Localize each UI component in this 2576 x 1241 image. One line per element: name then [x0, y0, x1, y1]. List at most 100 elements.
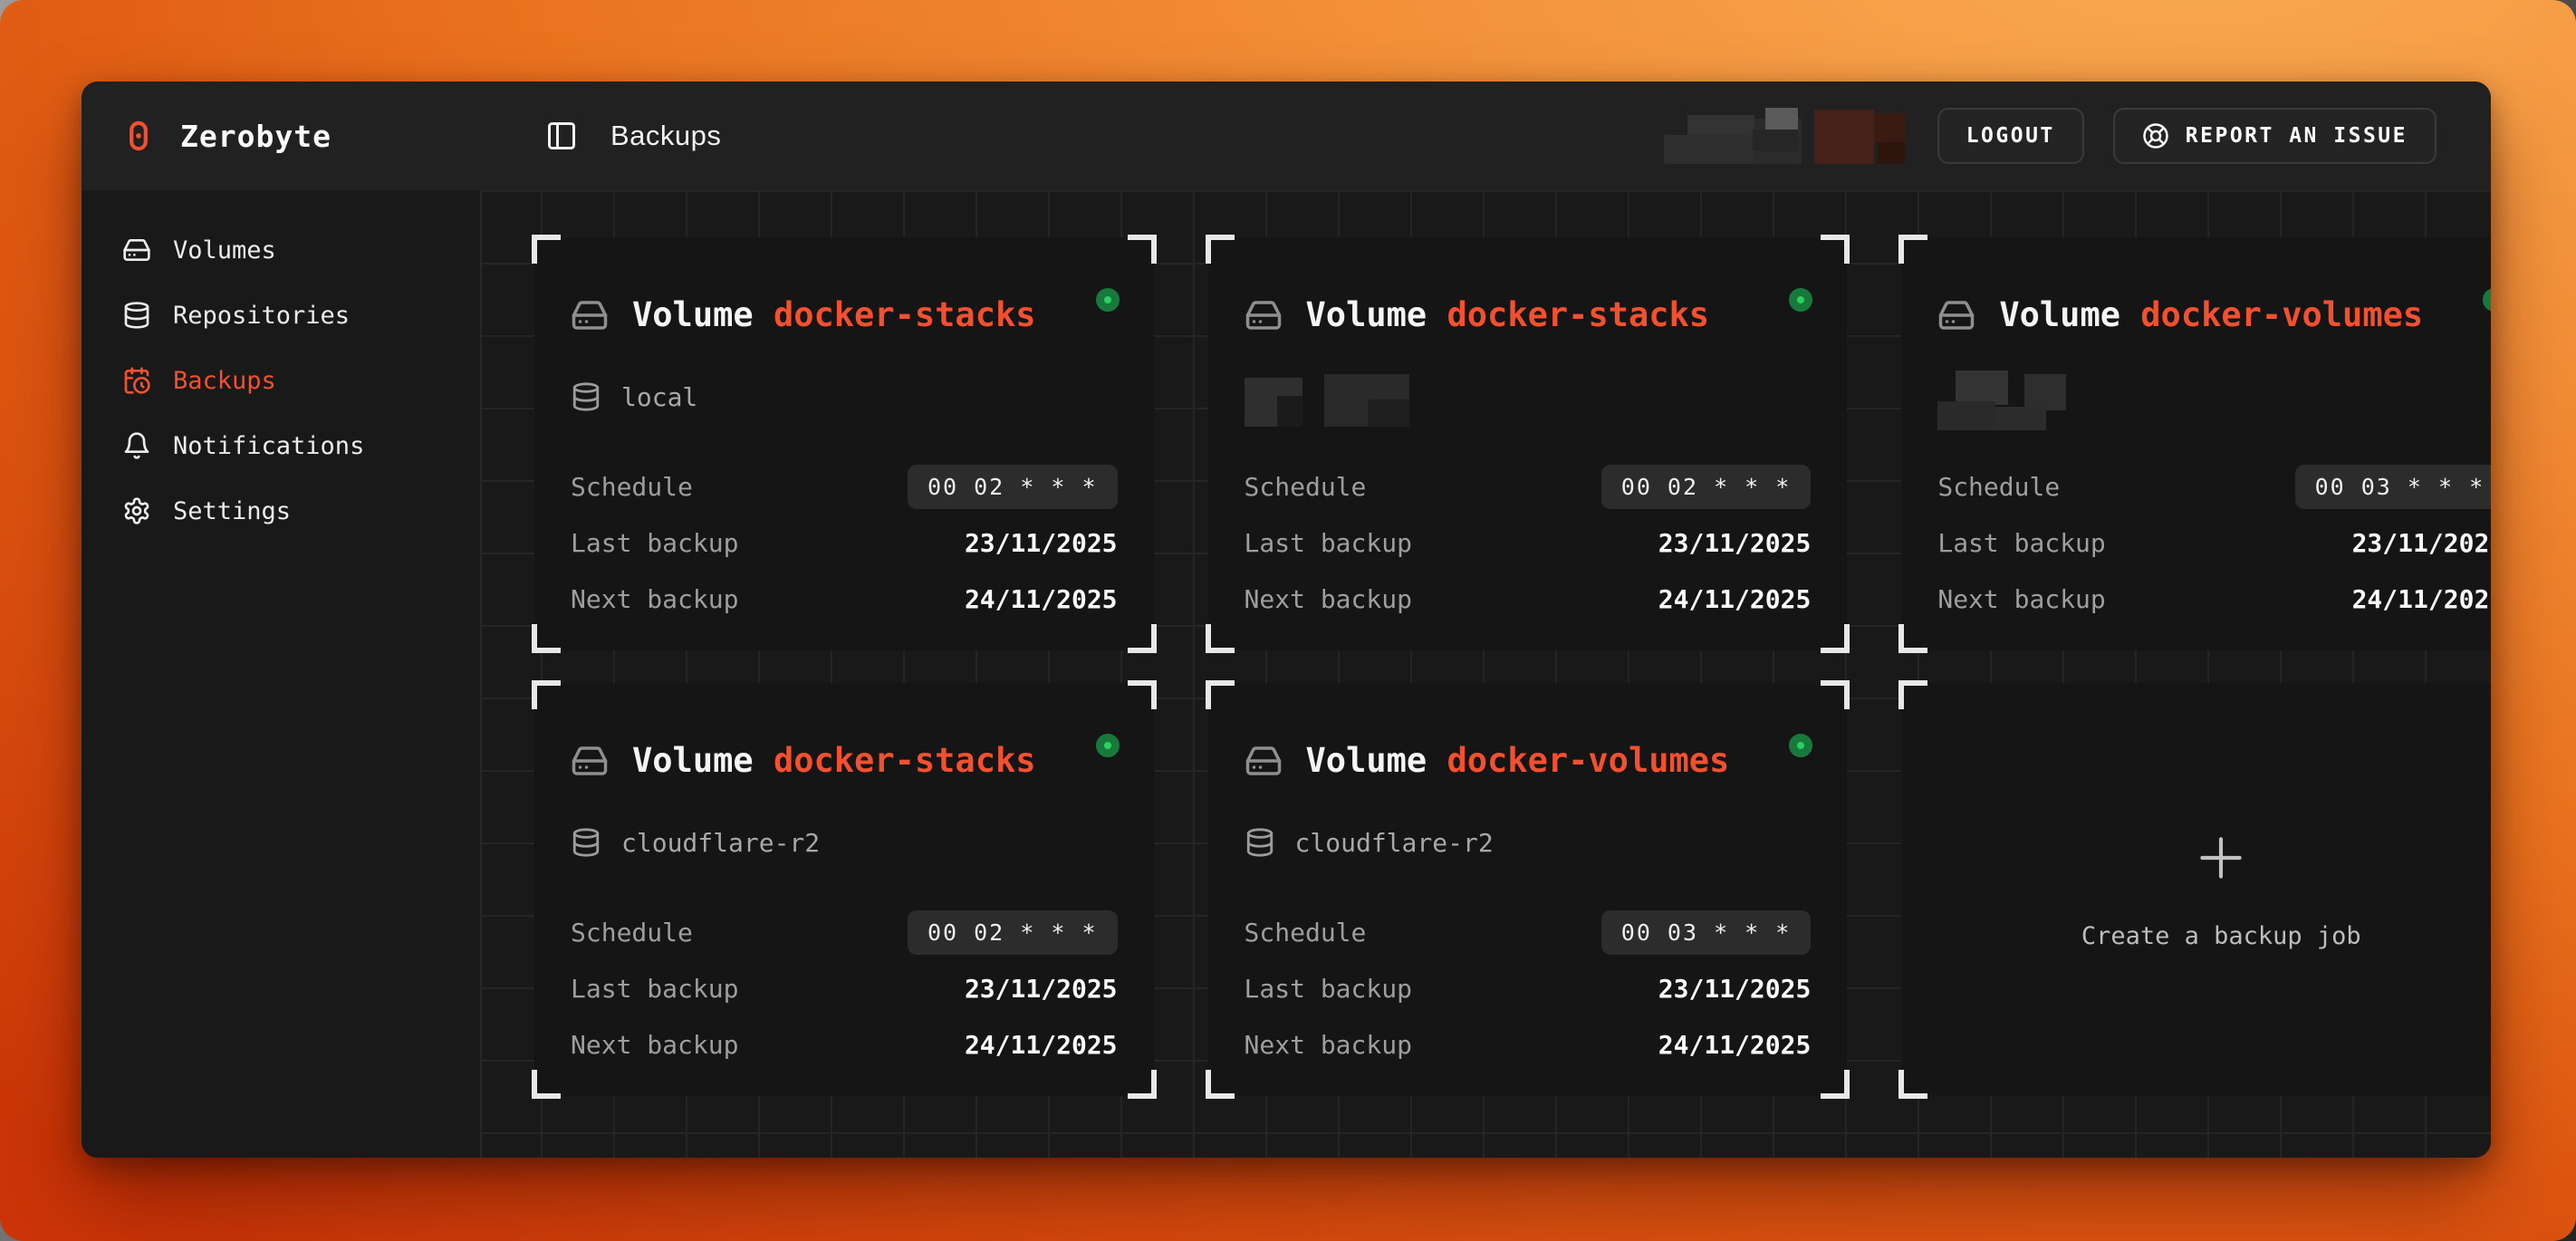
sidebar-item-repositories[interactable]: Repositories	[82, 283, 480, 348]
hard-drive-icon	[571, 296, 609, 334]
corner-bracket	[1128, 1070, 1157, 1099]
next-backup-label: Next backup	[571, 584, 738, 614]
calendar-clock-icon	[122, 366, 151, 395]
schedule-badge: 00 02 * * *	[908, 465, 1118, 509]
card-header: Volume docker-stacks	[1245, 295, 1812, 334]
schedule-label: Schedule	[1937, 472, 2060, 502]
last-backup-label: Last backup	[571, 974, 738, 1004]
hard-drive-icon	[1245, 296, 1283, 334]
page-title: Backups	[610, 120, 721, 152]
database-icon	[122, 301, 151, 330]
repository-name: cloudflare-r2	[621, 828, 820, 858]
next-backup-value: 24/11/2025	[2352, 584, 2491, 614]
repository-row: local	[571, 381, 1118, 412]
sidebar-item-notifications[interactable]: Notifications	[82, 413, 480, 478]
hard-drive-icon	[122, 236, 151, 265]
redacted-repository	[1245, 370, 1417, 430]
app-window: Zerobyte Backups LOGOUT	[82, 82, 2491, 1158]
logout-button[interactable]: LOGOUT	[1937, 108, 2084, 164]
sidebar-item-volumes[interactable]: Volumes	[82, 217, 480, 283]
card-header: Volume docker-volumes	[1245, 741, 1812, 780]
sidebar-item-settings[interactable]: Settings	[82, 478, 480, 544]
corner-bracket	[1206, 1070, 1235, 1099]
backup-job-card[interactable]: Volume docker-stacks local Schedule 00 02…	[534, 237, 1154, 650]
sidebar-item-label: Settings	[173, 497, 291, 525]
corner-bracket	[1821, 235, 1850, 264]
schedule-badge: 00 03 * * *	[2295, 465, 2491, 509]
database-icon	[571, 827, 601, 858]
card-title: Volume docker-volumes	[1999, 295, 2423, 334]
sidebar-item-label: Backups	[173, 367, 276, 395]
sidebar: Volumes Repositories Backups Notificatio…	[82, 190, 482, 1158]
status-dot	[1096, 734, 1120, 757]
backup-job-card[interactable]: Volume docker-volumes Schedule 00 03 * * …	[1901, 237, 2491, 650]
page-header: Backups	[482, 120, 1653, 152]
corner-bracket	[1898, 235, 1927, 264]
report-issue-button[interactable]: REPORT AN ISSUE	[2113, 108, 2437, 164]
backup-job-card[interactable]: Volume docker-stacks cloudflare-r2 Sched…	[534, 683, 1154, 1096]
corner-bracket	[532, 1070, 561, 1099]
backup-cards: Volume docker-stacks local Schedule00 02…	[534, 237, 2491, 1096]
card-title: Volume docker-volumes	[1306, 741, 1730, 780]
zerobyte-logo-icon	[122, 111, 155, 160]
corner-bracket	[1898, 1070, 1927, 1099]
next-backup-label: Next backup	[1937, 584, 2105, 614]
next-backup-value: 24/11/2025	[965, 584, 1118, 614]
schedule-badge: 00 03 * * *	[1601, 910, 1812, 955]
corner-bracket	[1206, 680, 1235, 709]
volume-name: docker-volumes	[2140, 295, 2423, 334]
database-icon	[1245, 827, 1275, 858]
schedule-label: Schedule	[571, 472, 693, 502]
volume-label: Volume	[632, 295, 754, 334]
next-backup-label: Next backup	[1245, 1030, 1412, 1060]
bell-icon	[122, 431, 151, 460]
hard-drive-icon	[1245, 742, 1283, 780]
corner-bracket	[532, 624, 561, 653]
backup-job-card[interactable]: Volume docker-volumes cloudflare-r2 Sche…	[1208, 683, 1848, 1096]
last-backup-label: Last backup	[1937, 528, 2105, 558]
gear-icon	[122, 496, 151, 525]
lifebuoy-icon	[2142, 122, 2169, 149]
last-backup-value: 23/11/2025	[965, 974, 1118, 1004]
schedule-label: Schedule	[1245, 472, 1367, 502]
schedule-badge: 00 02 * * *	[1601, 465, 1812, 509]
volume-name: docker-volumes	[1447, 741, 1729, 780]
card-details: Schedule 00 03 * * * Last backup 23/11/202…	[1937, 462, 2491, 623]
last-backup-value: 23/11/2025	[1658, 528, 1812, 558]
next-backup-label: Next backup	[1245, 584, 1412, 614]
corner-bracket	[532, 680, 561, 709]
card-details: Schedule00 02 * * * Last backup23/11/202…	[1245, 462, 1812, 623]
last-backup-value: 23/11/2025	[2352, 528, 2491, 558]
backup-job-card[interactable]: Volume docker-stacks Schedule 00 02 * * *…	[1208, 237, 1848, 650]
card-header: Volume docker-volumes	[1937, 295, 2491, 334]
card-details: Schedule00 02 * * * Last backup23/11/202…	[571, 462, 1118, 623]
status-dot	[1096, 288, 1120, 312]
last-backup-label: Last backup	[1245, 974, 1412, 1004]
topbar: Zerobyte Backups LOGOUT	[82, 82, 2491, 190]
corner-bracket	[1206, 624, 1235, 653]
next-backup-value: 24/11/2025	[1658, 1030, 1812, 1060]
sidebar-item-backups[interactable]: Backups	[82, 348, 480, 413]
card-details: Schedule00 02 * * * Last backup23/11/202…	[571, 908, 1118, 1069]
volume-label: Volume	[1999, 295, 2120, 334]
sidebar-item-label: Notifications	[173, 432, 364, 460]
schedule-label: Schedule	[571, 918, 693, 948]
card-header: Volume docker-stacks	[571, 295, 1118, 334]
card-details: Schedule 00 03 * * * Last backup 23/11/202…	[1245, 908, 1812, 1069]
repository-row: cloudflare-r2	[571, 827, 1118, 858]
last-backup-value: 23/11/2025	[1658, 974, 1812, 1004]
corner-bracket	[532, 235, 561, 264]
card-title: Volume docker-stacks	[632, 741, 1036, 780]
card-header: Volume docker-stacks	[571, 741, 1118, 780]
volume-name: docker-stacks	[774, 741, 1036, 780]
create-backup-job-card[interactable]: Create a backup job	[1901, 683, 2491, 1096]
corner-bracket	[1128, 235, 1157, 264]
corner-bracket	[1206, 235, 1235, 264]
schedule-label: Schedule	[1245, 918, 1367, 948]
report-issue-label: REPORT AN ISSUE	[2186, 124, 2408, 148]
corner-bracket	[1898, 680, 1927, 709]
desktop-background: Zerobyte Backups LOGOUT	[0, 0, 2576, 1241]
last-backup-label: Last backup	[571, 528, 738, 558]
sidebar-toggle-icon[interactable]	[545, 120, 578, 152]
redacted-username	[1653, 108, 1905, 164]
